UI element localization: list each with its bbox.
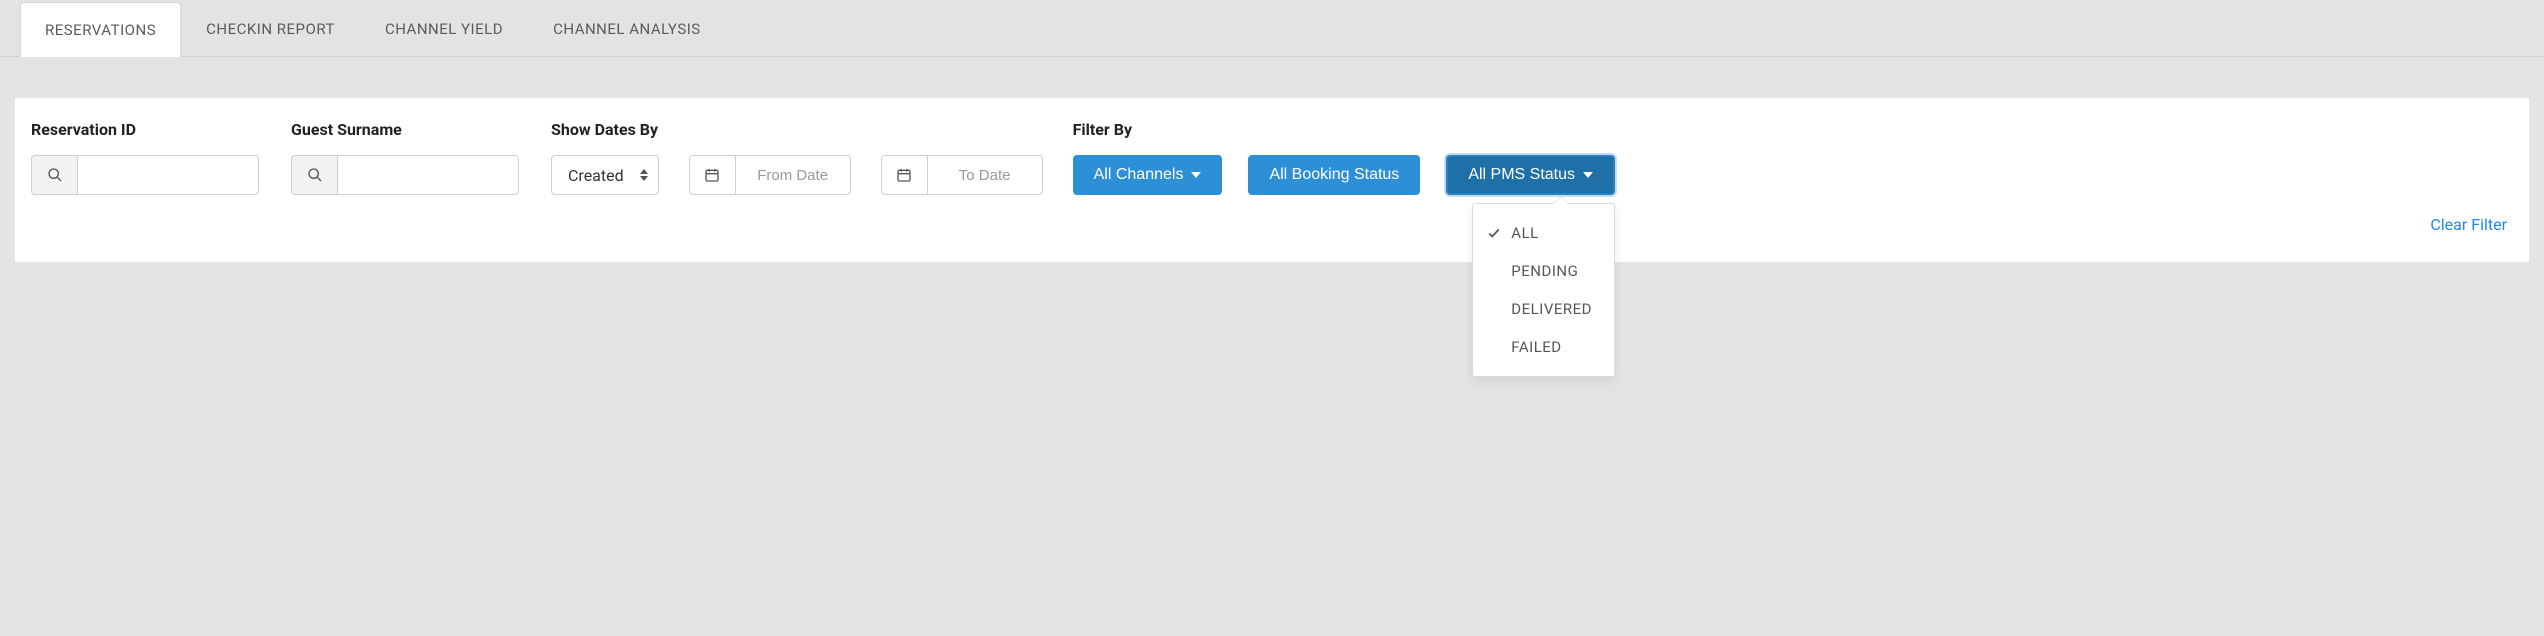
pms-option-failed[interactable]: FAILED [1473,328,1614,366]
pms-option-all[interactable]: ALL [1473,214,1614,252]
button-label: All Channels [1094,166,1184,184]
all-booking-status-button[interactable]: All Booking Status [1248,155,1420,195]
tab-label: CHECKIN REPORT [206,20,335,38]
button-label: All PMS Status [1468,166,1575,184]
option-label: FAILED [1511,338,1561,356]
reservation-id-label: Reservation ID [31,120,287,139]
filter-by-label: Filter By [1073,120,1615,139]
search-icon [291,155,337,195]
guest-surname-group [291,155,547,195]
to-date-input[interactable] [927,155,1043,195]
spacer-label [689,120,851,139]
tab-reservations[interactable]: RESERVATIONS [20,2,181,57]
tab-label: CHANNEL ANALYSIS [553,20,701,38]
tab-label: CHANNEL YIELD [385,20,503,38]
chevron-down-icon [1191,172,1201,178]
check-icon [1487,225,1501,241]
reservation-id-input[interactable] [77,155,259,195]
to-date-group [881,155,1043,195]
select-caret-icon [640,169,648,181]
button-label: All Booking Status [1269,166,1399,184]
pms-option-delivered[interactable]: DELIVERED [1473,290,1614,328]
search-icon [31,155,77,195]
tab-label: RESERVATIONS [45,21,156,39]
option-label: DELIVERED [1511,300,1592,318]
tab-bar: RESERVATIONS CHECKIN REPORT CHANNEL YIEL… [0,0,2544,57]
show-dates-by-select[interactable]: Created [551,155,659,195]
calendar-icon [881,155,927,195]
calendar-icon [689,155,735,195]
dropdown-arrow-icon [1554,197,1568,204]
all-channels-button[interactable]: All Channels [1073,155,1223,195]
option-label: ALL [1511,224,1538,242]
pms-status-dropdown: ALL PENDING DELIVERED [1472,203,1615,377]
guest-surname-label: Guest Surname [291,120,547,139]
tab-channel-analysis[interactable]: CHANNEL ANALYSIS [528,1,726,56]
select-value: Created [568,166,624,185]
from-date-input[interactable] [735,155,851,195]
tab-checkin-report[interactable]: CHECKIN REPORT [181,1,360,56]
option-label: PENDING [1511,262,1578,280]
tab-channel-yield[interactable]: CHANNEL YIELD [360,1,528,56]
guest-surname-input[interactable] [337,155,519,195]
clear-filter-link[interactable]: Clear Filter [2430,215,2507,234]
all-pms-status-button[interactable]: All PMS Status [1446,155,1615,195]
reservation-id-group [31,155,287,195]
pms-option-pending[interactable]: PENDING [1473,252,1614,290]
filters-panel: Reservation ID Guest Surname [14,97,2530,263]
from-date-group [689,155,851,195]
spacer-label [881,120,1043,139]
show-dates-by-label: Show Dates By [551,120,659,139]
chevron-down-icon [1583,172,1593,178]
